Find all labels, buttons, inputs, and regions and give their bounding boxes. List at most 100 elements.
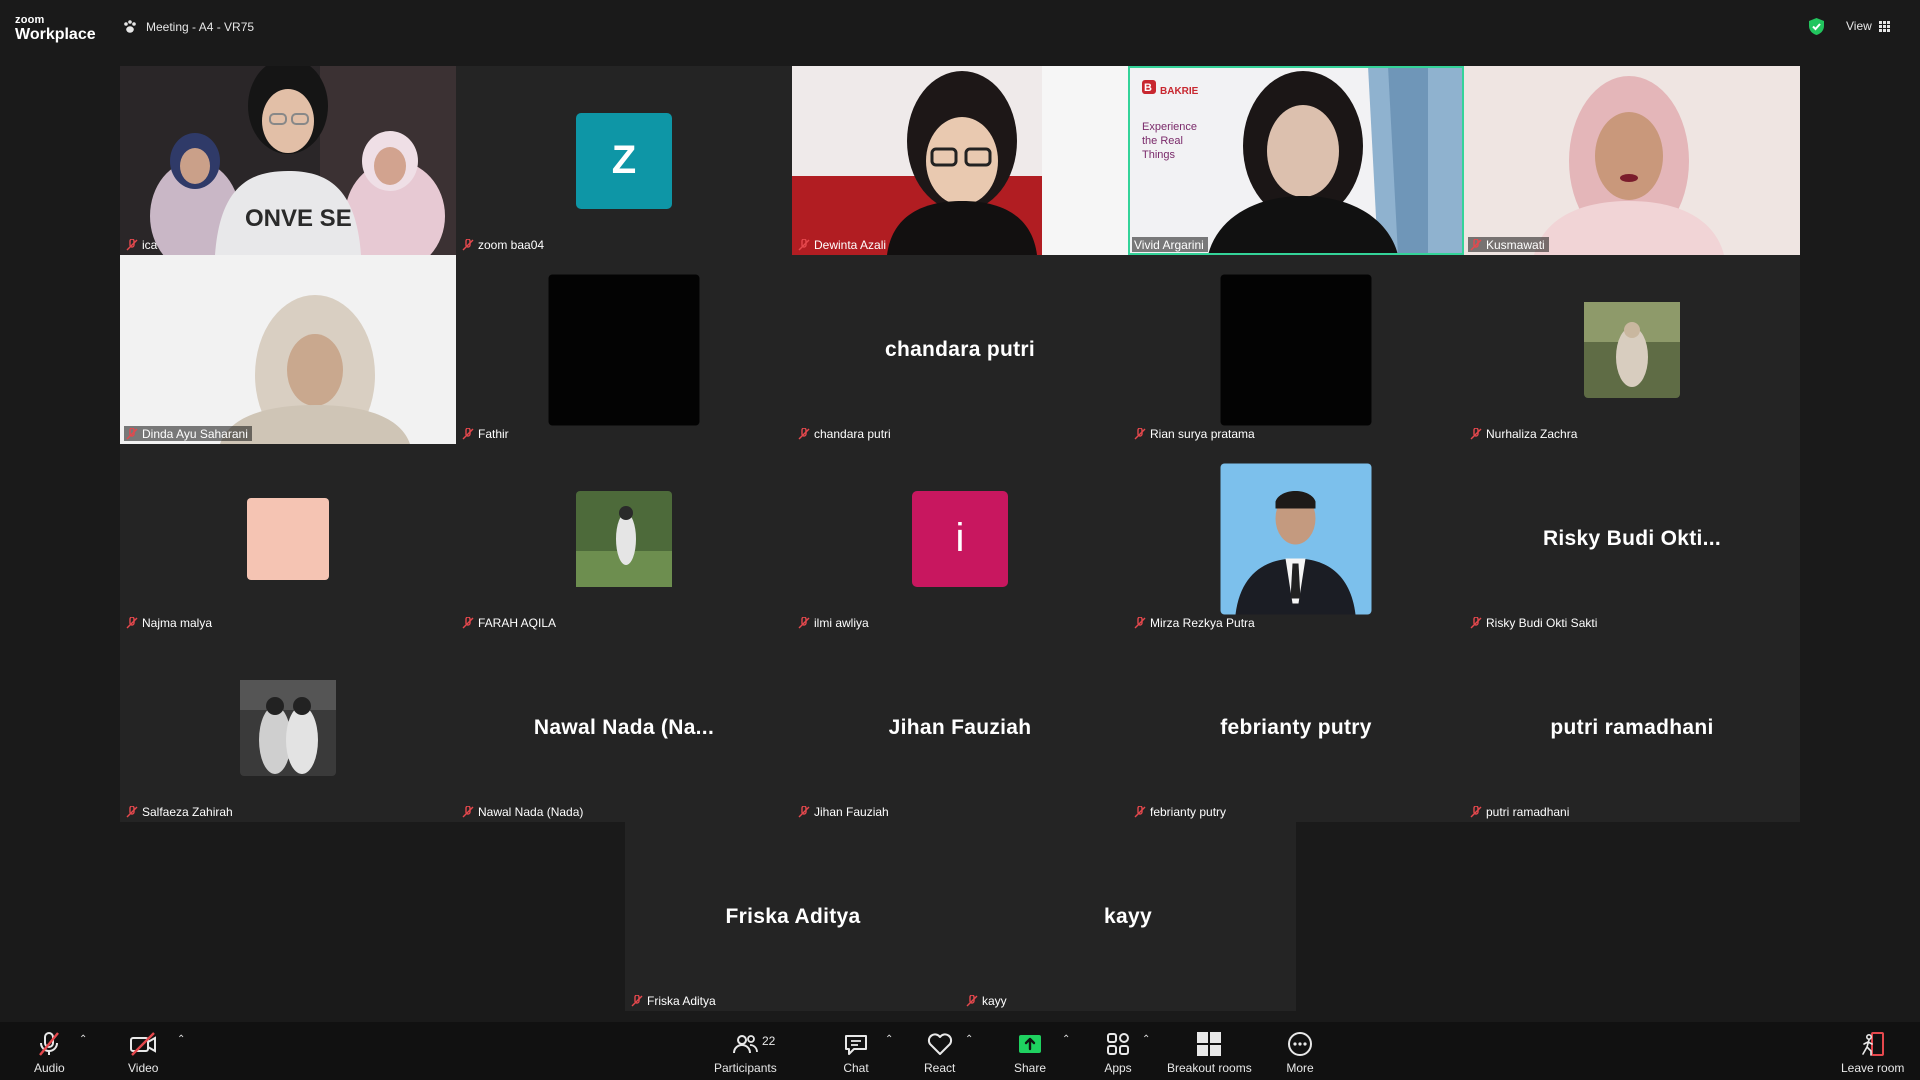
- meeting-toolbar: Audio ⌃ Video ⌃ Participants 22 Chat ⌃ R…: [0, 1022, 1920, 1080]
- view-button[interactable]: View: [1846, 19, 1890, 33]
- participant-nametag: ilmi awliya: [796, 615, 873, 630]
- microphone-muted-icon: [126, 805, 138, 817]
- participant-tile-vivid-argarini[interactable]: B BAKRIE Experience the Real Things Vivi…: [1128, 66, 1464, 255]
- meeting-title: Meeting - A4 - VR75: [146, 20, 255, 34]
- participant-tile-nurhaliza-zachra[interactable]: Nurhaliza Zachra: [1464, 255, 1800, 444]
- microphone-muted-icon: [1134, 427, 1146, 439]
- participant-name: Friska Aditya: [647, 993, 716, 1008]
- more-button[interactable]: More: [1286, 1030, 1314, 1075]
- apps-button[interactable]: Apps: [1104, 1030, 1132, 1075]
- participant-nametag: febrianty putry: [1132, 804, 1230, 819]
- react-button[interactable]: React: [924, 1030, 955, 1075]
- microphone-muted-icon: [1470, 427, 1482, 439]
- participant-big-name: febrianty putry: [1220, 715, 1372, 739]
- participant-nametag: Kusmawati: [1468, 237, 1549, 252]
- breakout-rooms-button[interactable]: Breakout rooms: [1167, 1030, 1252, 1075]
- participant-name: ilmi awliya: [814, 615, 869, 630]
- participant-big-name: kayy: [1104, 904, 1152, 928]
- participant-tile-dewinta-azali[interactable]: Dewinta Azali: [792, 66, 1128, 255]
- microphone-muted-icon: [126, 427, 138, 439]
- participant-tile-dinda-ayu-saharani[interactable]: Dinda Ayu Saharani: [120, 255, 456, 444]
- microphone-muted-icon: [126, 238, 138, 250]
- participant-tile-jihan-fauziah[interactable]: Jihan Fauziah Jihan Fauziah: [792, 633, 1128, 822]
- participant-name: Fathir: [478, 426, 509, 441]
- overlay-brand: BAKRIE: [1160, 86, 1199, 97]
- participant-name: Vivid Argarini: [1134, 237, 1204, 252]
- microphone-muted-icon: [462, 805, 474, 817]
- participant-tile-friska-aditya[interactable]: Friska Aditya Friska Aditya: [625, 822, 961, 1011]
- participant-name: Mirza Rezkya Putra: [1150, 615, 1255, 630]
- heart-icon: [927, 1033, 952, 1055]
- participant-tile-kusmawati[interactable]: Kusmawati: [1464, 66, 1800, 255]
- zoom-workplace-logo: zoom Workplace: [15, 14, 96, 43]
- audio-options-caret-icon[interactable]: ⌃: [79, 1034, 87, 1045]
- participant-name: kayy: [982, 993, 1007, 1008]
- participant-tile-putri-ramadhani[interactable]: putri ramadhani putri ramadhani: [1464, 633, 1800, 822]
- participant-tile-rian-surya-pratama[interactable]: Rian surya pratama: [1128, 255, 1464, 444]
- participant-name: Nawal Nada (Nada): [478, 804, 584, 819]
- chat-bubble-icon: [845, 1035, 867, 1055]
- video-feed: B BAKRIE Experience the Real Things: [1128, 66, 1464, 255]
- video-label: Video: [128, 1061, 159, 1075]
- video-feed: [792, 66, 1128, 255]
- participant-nametag: Rian surya pratama: [1132, 426, 1259, 441]
- breakout-rooms-icon: [1197, 1032, 1222, 1056]
- chat-button[interactable]: Chat: [842, 1030, 870, 1075]
- microphone-muted-icon: [462, 427, 474, 439]
- participant-tile-fathir[interactable]: Fathir: [456, 255, 792, 444]
- apps-icon: [1107, 1033, 1129, 1055]
- encryption-shield-icon[interactable]: [1808, 17, 1825, 36]
- participant-tile-najma-malya[interactable]: Najma malya: [120, 444, 456, 633]
- apps-label: Apps: [1104, 1061, 1132, 1075]
- participant-big-name: Nawal Nada (Na...: [533, 715, 715, 739]
- participant-nametag: zoom baa04: [460, 237, 548, 252]
- participant-tile-kayy[interactable]: kayy kayy: [960, 822, 1296, 1011]
- participant-tile-ica[interactable]: ONVE SE ica: [120, 66, 456, 255]
- microphone-muted-icon: [39, 1032, 60, 1056]
- participant-tile-zoom-baa04[interactable]: Z zoom baa04: [456, 66, 792, 255]
- participant-name: Kusmawati: [1486, 237, 1545, 252]
- video-feed: [120, 255, 456, 444]
- participant-name: Najma malya: [142, 615, 213, 630]
- chat-label: Chat: [843, 1061, 869, 1075]
- participant-tile-salfaeza-zahirah[interactable]: Salfaeza Zahirah: [120, 633, 456, 822]
- apps-options-caret-icon[interactable]: ⌃: [1142, 1034, 1150, 1045]
- view-label: View: [1846, 19, 1872, 33]
- participant-name: Jihan Fauziah: [814, 804, 889, 819]
- microphone-muted-icon: [1134, 616, 1146, 628]
- participant-color-avatar: [247, 497, 329, 580]
- meeting-info-button[interactable]: Meeting - A4 - VR75: [122, 19, 254, 35]
- share-options-caret-icon[interactable]: ⌃: [1062, 1034, 1070, 1045]
- video-button[interactable]: Video: [128, 1030, 158, 1075]
- participant-tile-ilmi-awliya[interactable]: i ilmi awliya: [792, 444, 1128, 633]
- microphone-muted-icon: [798, 805, 810, 817]
- participant-nametag: Friska Aditya: [629, 993, 720, 1008]
- participant-nametag: chandara putri: [796, 426, 895, 441]
- svg-text:the Real: the Real: [1142, 135, 1183, 147]
- more-label: More: [1286, 1061, 1314, 1075]
- participant-tile-chandara-putri[interactable]: chandara putri chandara putri: [792, 255, 1128, 444]
- more-options-icon: [1288, 1032, 1312, 1056]
- participant-nametag: Risky Budi Okti Sakti: [1468, 615, 1601, 630]
- participant-nametag: Nawal Nada (Nada): [460, 804, 587, 819]
- microphone-muted-icon: [1470, 238, 1482, 250]
- video-options-caret-icon[interactable]: ⌃: [177, 1034, 185, 1045]
- share-button[interactable]: Share: [1014, 1030, 1046, 1075]
- leave-room-button[interactable]: Leave room: [1841, 1030, 1904, 1075]
- participant-initial-avatar: Z: [576, 112, 672, 209]
- microphone-muted-icon: [798, 616, 810, 628]
- participant-tile-farah-aqila[interactable]: FARAH AQILA: [456, 444, 792, 633]
- participant-nametag: kayy: [964, 993, 1011, 1008]
- grid-view-icon: [1878, 20, 1890, 32]
- video-feed: ONVE SE: [120, 66, 456, 255]
- svg-text:B: B: [1144, 82, 1152, 94]
- chat-options-caret-icon[interactable]: ⌃: [885, 1034, 893, 1045]
- participant-tile-febrianty-putry[interactable]: febrianty putry febrianty putry: [1128, 633, 1464, 822]
- participant-tile-mirza-rezkya-putra[interactable]: Mirza Rezkya Putra: [1128, 444, 1464, 633]
- breakout-rooms-label: Breakout rooms: [1167, 1061, 1252, 1075]
- participant-name: putri ramadhani: [1486, 804, 1570, 819]
- audio-button[interactable]: Audio: [34, 1030, 65, 1075]
- react-options-caret-icon[interactable]: ⌃: [965, 1034, 973, 1045]
- participant-tile-nawal-nada[interactable]: Nawal Nada (Na... Nawal Nada (Nada): [456, 633, 792, 822]
- participant-tile-risky-budi-okti-sakti[interactable]: Risky Budi Okti... Risky Budi Okti Sakti: [1464, 444, 1800, 633]
